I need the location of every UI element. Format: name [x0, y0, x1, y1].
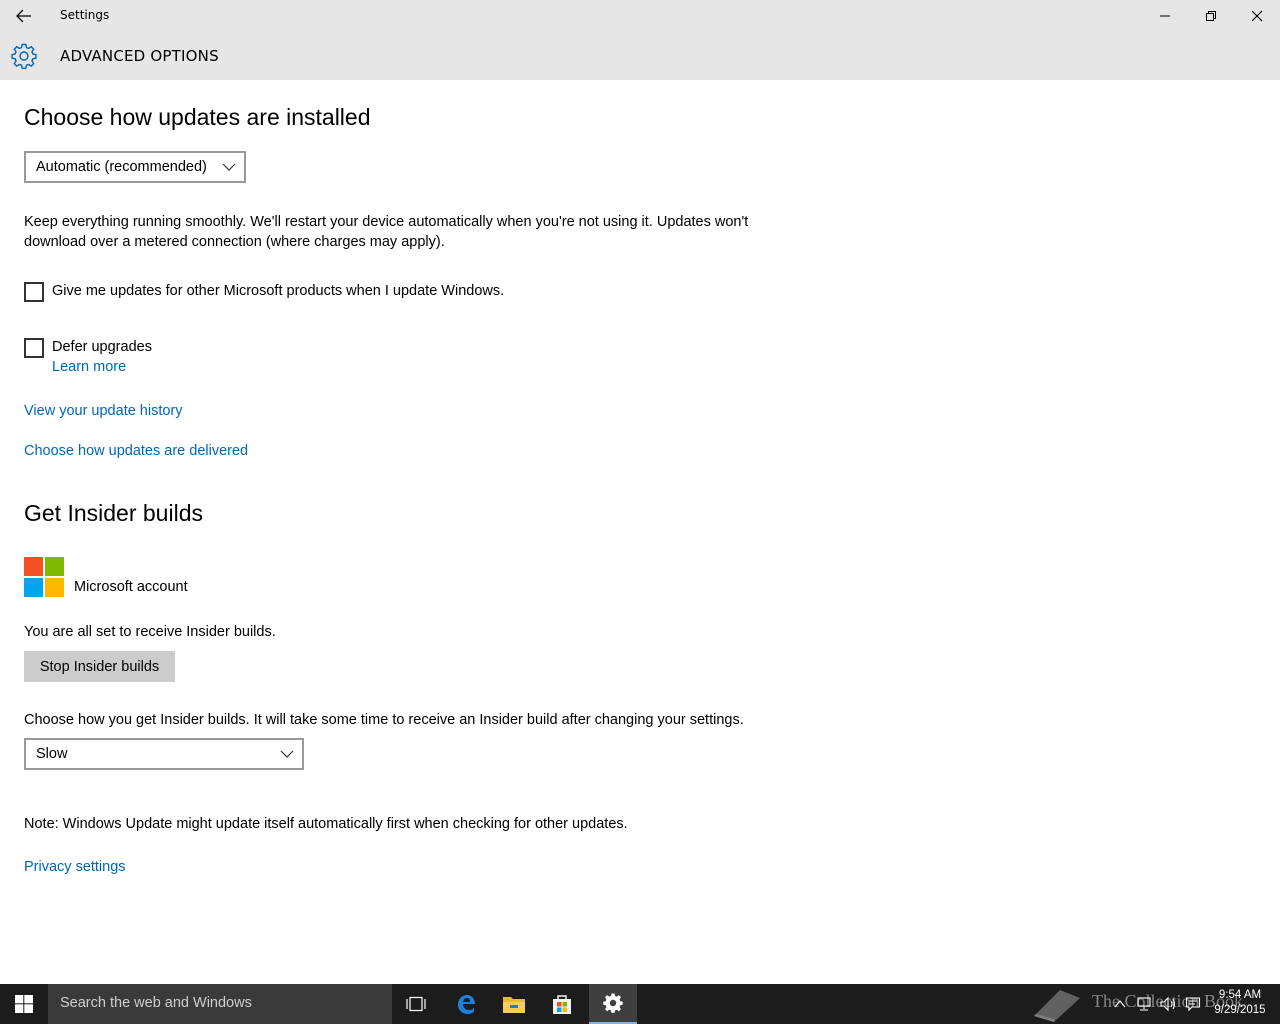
minimize-button[interactable]	[1142, 0, 1188, 32]
learn-more-link[interactable]: Learn more	[52, 359, 126, 375]
gear-icon	[11, 43, 37, 69]
chevron-down-icon	[222, 163, 236, 171]
action-center-button[interactable]	[1183, 994, 1203, 1014]
volume-icon	[1160, 996, 1176, 1012]
back-arrow-icon	[16, 9, 31, 23]
defer-upgrades-label: Defer upgrades	[52, 339, 152, 355]
install-mode-value: Automatic (recommended)	[36, 159, 207, 175]
page-title: ADVANCED OPTIONS	[60, 47, 219, 65]
install-mode-dropdown[interactable]: Automatic (recommended)	[24, 151, 246, 183]
clock-time: 9:54 AM	[1218, 989, 1262, 1001]
network-icon	[1137, 997, 1151, 1011]
book-icon	[1034, 990, 1080, 1022]
page-header: ADVANCED OPTIONS	[0, 32, 1280, 80]
back-button[interactable]	[0, 0, 48, 32]
microsoft-account-label: Microsoft account	[74, 579, 188, 595]
search-placeholder: Search the web and Windows	[60, 995, 252, 1011]
task-view-button[interactable]	[392, 984, 440, 1024]
stop-insider-builds-button[interactable]: Stop Insider builds	[24, 651, 175, 682]
other-products-checkbox[interactable]	[24, 282, 44, 302]
taskbar-clock[interactable]: 9:54 AM 9/29/2015	[1206, 988, 1274, 1018]
chevron-down-icon	[280, 750, 294, 758]
microsoft-logo-icon	[24, 557, 64, 597]
network-button[interactable]	[1134, 994, 1154, 1014]
file-explorer-icon	[503, 997, 525, 1013]
update-history-link[interactable]: View your update history	[24, 403, 183, 419]
restore-icon	[1206, 11, 1216, 21]
clock-date: 9/29/2015	[1214, 1004, 1266, 1016]
install-heading: Choose how updates are installed	[24, 104, 371, 130]
edge-button[interactable]	[442, 984, 490, 1024]
close-button[interactable]	[1234, 0, 1280, 32]
insider-choose-text: Choose how you get Insider builds. It wi…	[24, 712, 744, 728]
action-center-icon	[1185, 997, 1201, 1012]
other-products-label: Give me updates for other Microsoft prod…	[52, 283, 505, 299]
insider-ring-dropdown[interactable]: Slow	[24, 738, 304, 770]
insider-status-text: You are all set to receive Insider build…	[24, 624, 276, 640]
settings-taskbar-button[interactable]	[589, 984, 637, 1024]
settings-gear-icon	[603, 993, 623, 1013]
taskbar: Search the web and Windows The Collectio…	[0, 984, 1280, 1024]
insider-ring-value: Slow	[36, 746, 68, 762]
install-description-line2: download over a metered connection (wher…	[24, 234, 445, 250]
store-button[interactable]	[538, 984, 586, 1024]
minimize-icon	[1160, 15, 1170, 17]
show-hidden-icons-button[interactable]	[1110, 994, 1130, 1014]
close-icon	[1251, 10, 1263, 22]
taskbar-search-input[interactable]: Search the web and Windows	[48, 984, 392, 1024]
windows-logo-icon	[15, 995, 33, 1013]
file-explorer-button[interactable]	[490, 984, 538, 1024]
title-bar: Settings	[0, 0, 1280, 32]
update-note-text: Note: Windows Update might update itself…	[24, 816, 628, 832]
content-area: Choose how updates are installed Automat…	[0, 80, 1280, 984]
chevron-up-icon	[1114, 1000, 1126, 1008]
install-description-line1: Keep everything running smoothly. We'll …	[24, 214, 749, 230]
start-button[interactable]	[0, 984, 48, 1024]
defer-upgrades-checkbox[interactable]	[24, 338, 44, 358]
restore-button[interactable]	[1188, 0, 1234, 32]
window-title: Settings	[60, 8, 110, 22]
edge-icon	[458, 995, 475, 1014]
privacy-settings-link[interactable]: Privacy settings	[24, 859, 126, 875]
volume-button[interactable]	[1158, 994, 1178, 1014]
update-delivery-link[interactable]: Choose how updates are delivered	[24, 443, 248, 459]
task-view-icon	[406, 996, 426, 1012]
store-icon	[553, 995, 571, 1014]
insider-heading: Get Insider builds	[24, 500, 203, 526]
